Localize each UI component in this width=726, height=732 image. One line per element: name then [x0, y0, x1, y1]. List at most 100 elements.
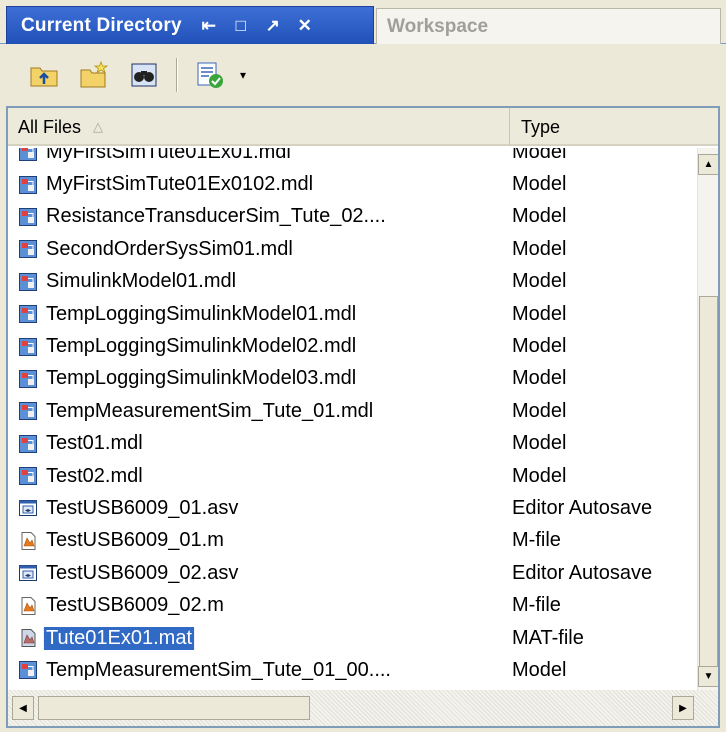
autosave-file-icon: ◂▸	[18, 563, 44, 583]
sort-ascending-icon: △	[93, 119, 104, 134]
file-name-cell: SecondOrderSysSim01.mdl	[8, 238, 512, 261]
column-header-all-files-label: All Files	[18, 116, 82, 137]
scroll-right-button[interactable]: ▶	[672, 696, 694, 720]
file-row[interactable]: SimulinkModel01.mdl Model	[8, 266, 697, 298]
file-name: MyFirstSimTute01Ex0102.mdl	[46, 173, 314, 196]
file-type: MAT-file	[512, 626, 584, 649]
file-row[interactable]: Tute01Ex01.mat MAT-file	[8, 622, 697, 654]
close-icon[interactable]: ✕	[292, 13, 318, 39]
simulink-model-icon	[18, 272, 44, 292]
file-row[interactable]: TestUSB6009_02.m M-file	[8, 589, 697, 621]
new-folder-icon	[80, 61, 109, 88]
column-header-type[interactable]: Type	[511, 108, 718, 146]
scroll-left-button[interactable]: ◀	[12, 696, 34, 720]
scroll-up-button[interactable]: ▲	[698, 154, 718, 175]
file-name: SecondOrderSysSim01.mdl	[46, 237, 293, 260]
tab-current-directory[interactable]: Current Directory ⇤ □ ↗ ✕	[6, 6, 374, 44]
file-name: TempMeasurementSim_Tute_01.mdl	[46, 399, 374, 422]
file-type: Model	[512, 302, 567, 325]
tab-current-directory-label: Current Directory	[21, 14, 182, 36]
file-name-cell: Tute01Ex01.mat	[8, 626, 512, 650]
file-row[interactable]: ◂▸ TestUSB6009_02.asv Editor Autosave	[8, 557, 697, 589]
m-file-icon	[18, 596, 44, 616]
file-name-cell: SimulinkModel01.mdl	[8, 270, 512, 293]
scroll-down-button[interactable]: ▼	[698, 666, 718, 687]
file-type: M-file	[512, 594, 561, 617]
file-list-rows: MyFirstSimTute01Ex01.mdl Model MyFirstSimT…	[8, 148, 697, 687]
file-name-cell: ◂▸ TestUSB6009_01.asv	[8, 497, 512, 520]
up-folder-button[interactable]	[26, 57, 62, 93]
mat-file-icon	[18, 628, 44, 648]
undock-icon[interactable]: ⇤	[196, 13, 222, 39]
file-name-cell: MyFirstSimTute01Ex0102.mdl	[8, 173, 512, 196]
simulink-model-icon	[18, 401, 44, 421]
file-name: TempLoggingSimulinkModel02.mdl	[46, 335, 357, 358]
file-name-cell: TestUSB6009_01.m	[8, 529, 512, 552]
file-row[interactable]: TempLoggingSimulinkModel01.mdl Model	[8, 298, 697, 330]
autosave-file-icon: ◂▸	[18, 498, 44, 518]
file-name: SimulinkModel01.mdl	[46, 270, 237, 293]
file-row[interactable]: Test01.mdl Model	[8, 428, 697, 460]
file-type: Model	[512, 205, 567, 228]
simulink-model-icon	[18, 175, 44, 195]
reports-button[interactable]	[192, 57, 228, 93]
toolbar-separator	[176, 58, 178, 92]
file-type: Model	[512, 237, 567, 260]
file-type: Editor Autosave	[512, 496, 653, 519]
file-type: Model	[512, 367, 567, 390]
column-header-type-label: Type	[521, 116, 561, 137]
file-name: TempLoggingSimulinkModel01.mdl	[46, 302, 357, 325]
simulink-model-icon	[18, 660, 44, 680]
simulink-model-icon	[18, 337, 44, 357]
file-type: Model	[512, 399, 567, 422]
file-type: Model	[512, 658, 567, 681]
horizontal-scrollbar[interactable]: ◀ ▶	[8, 690, 718, 726]
tab-workspace[interactable]: Workspace	[376, 8, 721, 44]
simulink-model-icon	[18, 304, 44, 324]
file-name-cell: TempMeasurementSim_Tute_01.mdl	[8, 400, 512, 423]
vertical-scroll-thumb[interactable]	[699, 296, 718, 682]
file-name-cell: TempLoggingSimulinkModel03.mdl	[8, 367, 512, 390]
reports-icon	[197, 62, 223, 88]
file-name-cell: MyFirstSimTute01Ex01.mdl	[8, 148, 512, 164]
file-name-cell: TempMeasurementSim_Tute_01_00....	[8, 659, 512, 682]
up-folder-icon	[30, 67, 58, 87]
tab-bar: Current Directory ⇤ □ ↗ ✕ Workspace	[0, 0, 726, 44]
list-header: All Files △ Type	[8, 108, 718, 146]
file-row[interactable]: MyFirstSimTute01Ex0102.mdl Model	[8, 168, 697, 200]
simulink-model-icon	[18, 434, 44, 454]
file-list-panel: All Files △ Type MyFirstSimTute01Ex01.md…	[6, 106, 720, 728]
file-name-cell: TempLoggingSimulinkModel02.mdl	[8, 335, 512, 358]
file-row[interactable]: ◂▸ TestUSB6009_01.asv Editor Autosave	[8, 492, 697, 524]
file-row[interactable]: SecondOrderSysSim01.mdl Model	[8, 233, 697, 265]
file-name-cell: TempLoggingSimulinkModel01.mdl	[8, 303, 512, 326]
file-type: Model	[512, 148, 567, 163]
file-row[interactable]: MyFirstSimTute01Ex01.mdl Model	[8, 148, 697, 168]
simulink-model-icon	[18, 369, 44, 389]
new-folder-button[interactable]	[76, 57, 112, 93]
file-type: Editor Autosave	[512, 561, 653, 584]
svg-text:◂▸: ◂▸	[25, 572, 31, 579]
file-name: MyFirstSimTute01Ex01.mdl	[46, 148, 291, 163]
file-list: MyFirstSimTute01Ex01.mdl Model MyFirstSimT…	[8, 148, 697, 690]
file-row[interactable]: Test02.mdl Model	[8, 460, 697, 492]
file-row[interactable]: ResistanceTransducerSim_Tute_02.... Model	[8, 201, 697, 233]
find-files-button[interactable]	[126, 57, 162, 93]
file-row[interactable]: TestUSB6009_01.m M-file	[8, 525, 697, 557]
file-name: TempMeasurementSim_Tute_01_00....	[46, 658, 391, 681]
file-name: TestUSB6009_01.asv	[46, 496, 239, 519]
vertical-scrollbar[interactable]: ▲ ▼	[697, 148, 718, 690]
file-name: Tute01Ex01.mat	[42, 626, 196, 650]
reports-dropdown-arrow[interactable]: ▾	[234, 57, 252, 93]
maximize-icon[interactable]: □	[228, 13, 254, 39]
file-row[interactable]: TempLoggingSimulinkModel02.mdl Model	[8, 330, 697, 362]
file-row[interactable]: TempLoggingSimulinkModel03.mdl Model	[8, 363, 697, 395]
file-name: TempLoggingSimulinkModel03.mdl	[46, 367, 357, 390]
file-row[interactable]: TempMeasurementSim_Tute_01_00.... Model	[8, 654, 697, 686]
horizontal-scroll-thumb[interactable]	[38, 696, 310, 720]
file-row[interactable]: TempMeasurementSim_Tute_01.mdl Model	[8, 395, 697, 427]
file-type: M-file	[512, 529, 561, 552]
column-header-all-files[interactable]: All Files △	[8, 108, 510, 146]
unpin-icon[interactable]: ↗	[260, 13, 286, 39]
file-name: TestUSB6009_01.m	[46, 529, 224, 552]
